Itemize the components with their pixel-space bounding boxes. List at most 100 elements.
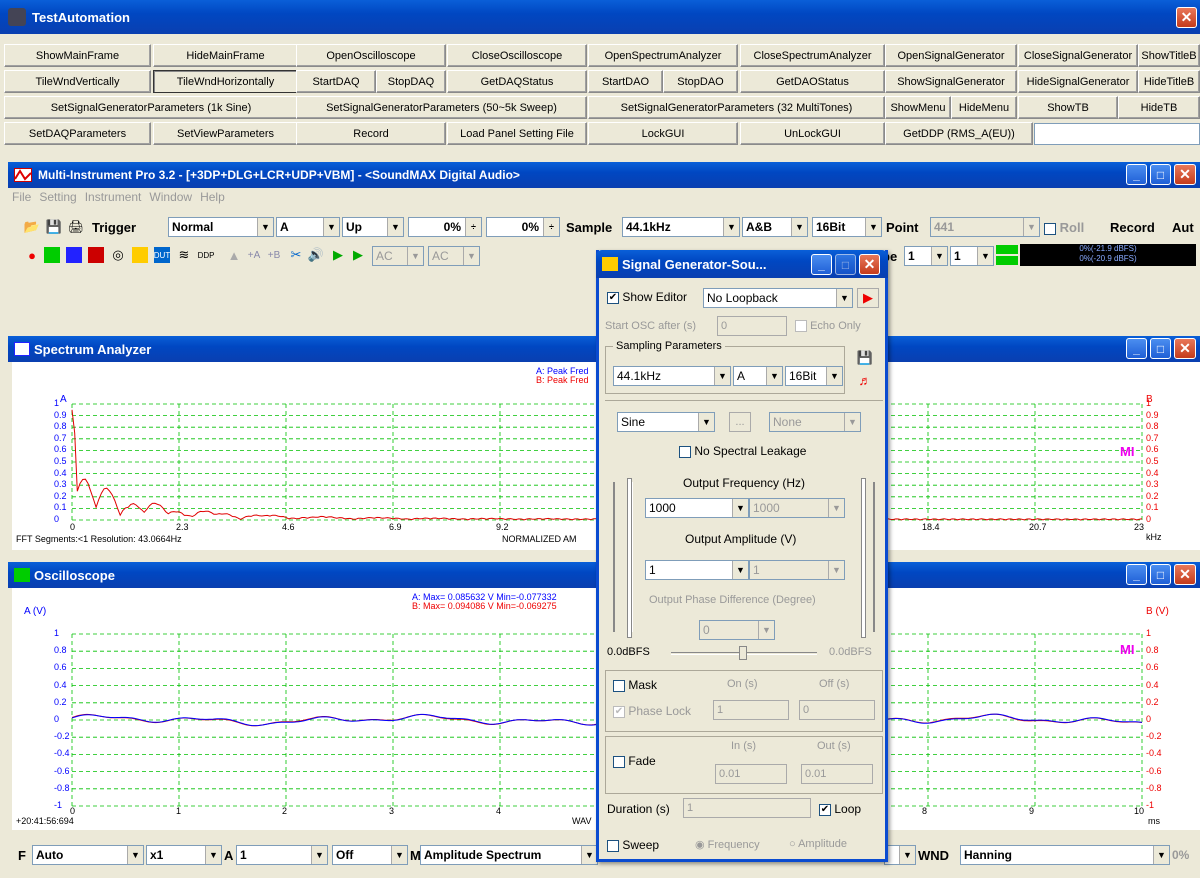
set-sig-gen-multitones-button[interactable]: SetSignalGeneratorParameters (32 MultiTo… xyxy=(588,96,885,119)
open-signal-generator-button[interactable]: OpenSignalGenerator xyxy=(885,44,1017,67)
off-select[interactable]: Off ▼ xyxy=(332,845,408,865)
roll-checkbox[interactable]: Roll xyxy=(1044,220,1084,235)
open-spectrum-analyzer-button[interactable]: OpenSpectrumAnalyzer xyxy=(588,44,738,67)
set-sig-gen-1k-sine-button[interactable]: SetSignalGeneratorParameters (1k Sine) xyxy=(4,96,298,119)
load-panel-setting-button[interactable]: Load Panel Setting File xyxy=(447,122,587,145)
music-icon[interactable]: ♬ xyxy=(857,372,873,388)
save-icon[interactable]: 💾 xyxy=(46,219,62,235)
hide-main-frame-button[interactable]: HideMainFrame xyxy=(153,44,298,67)
save-icon[interactable]: 💾 xyxy=(857,350,873,366)
maximize-icon[interactable]: □ xyxy=(1150,338,1171,359)
show-editor-checkbox[interactable]: ✔ Show Editor xyxy=(607,290,687,304)
menu-window[interactable]: Window xyxy=(149,190,192,210)
maximize-icon[interactable]: □ xyxy=(835,254,856,275)
waveform-edit-button[interactable]: ... xyxy=(729,412,751,432)
open-oscilloscope-button[interactable]: OpenOscilloscope xyxy=(296,44,446,67)
fade-in-input[interactable]: 0.01 xyxy=(715,764,787,784)
pretrigger-spinner[interactable]: 0% ÷ xyxy=(486,217,560,237)
trigger-level-spinner[interactable]: 0% ÷ xyxy=(408,217,482,237)
siggen-rate-select[interactable]: 44.1kHz ▼ xyxy=(613,366,731,386)
tools-icon[interactable]: ✂ xyxy=(288,247,304,263)
window-function-select[interactable]: Hanning ▼ xyxy=(960,845,1170,865)
trigger-channel-select[interactable]: A ▼ xyxy=(276,217,340,237)
set-daq-parameters-button[interactable]: SetDAQParameters xyxy=(4,122,151,145)
coupling-a-select[interactable]: AC ▼ xyxy=(372,246,424,266)
minimize-icon[interactable]: _ xyxy=(1126,338,1147,359)
speaker-icon[interactable]: 🔊 xyxy=(308,247,324,263)
play-loop-icon[interactable]: ▶ xyxy=(350,247,366,263)
pe-select-2[interactable]: 1 ▼ xyxy=(950,246,994,266)
ddp-value-field[interactable] xyxy=(1034,123,1200,145)
siggen-channel-select[interactable]: A ▼ xyxy=(733,366,783,386)
close-icon[interactable]: ✕ xyxy=(1176,7,1197,28)
hide-title-bar-button[interactable]: HideTitleB xyxy=(1138,70,1200,93)
channels-select[interactable]: A&B ▼ xyxy=(742,217,808,237)
zoom-select[interactable]: x1 ▼ xyxy=(146,845,222,865)
mask-checkbox[interactable]: Mask xyxy=(613,678,657,692)
play-icon[interactable]: ▶ xyxy=(330,247,346,263)
auto-button[interactable]: Aut xyxy=(1172,220,1194,235)
loop-checkbox[interactable]: ✔ Loop xyxy=(819,802,861,816)
f-select[interactable]: Auto ▼ xyxy=(32,845,144,865)
phase-lock-checkbox[interactable]: ✔ Phase Lock xyxy=(613,704,691,718)
sweep-frequency-radio[interactable]: ◉ Frequency xyxy=(695,838,760,851)
sweep-icon[interactable]: ≋ xyxy=(176,247,192,263)
generator-icon[interactable] xyxy=(132,247,148,263)
pe-select-1[interactable]: 1 ▼ xyxy=(904,246,948,266)
record-toolbar-button[interactable]: Record xyxy=(1110,220,1155,235)
stop-dao-button[interactable]: StopDAO xyxy=(663,70,738,93)
multimeter-icon[interactable] xyxy=(88,247,104,263)
close-spectrum-analyzer-button[interactable]: CloseSpectrumAnalyzer xyxy=(740,44,885,67)
stop-daq-button[interactable]: StopDAQ xyxy=(376,70,446,93)
mask-off-input[interactable]: 0 xyxy=(799,700,875,720)
hide-menu-button[interactable]: HideMenu xyxy=(951,96,1017,119)
minimize-icon[interactable]: _ xyxy=(1126,564,1147,585)
show-menu-button[interactable]: ShowMenu xyxy=(885,96,951,119)
lock-gui-button[interactable]: LockGUI xyxy=(588,122,738,145)
close-icon[interactable]: ✕ xyxy=(859,254,880,275)
balance-slider-thumb[interactable] xyxy=(739,646,747,660)
close-icon[interactable]: ✕ xyxy=(1174,164,1196,185)
menu-instrument[interactable]: Instrument xyxy=(85,190,142,210)
echo-only-checkbox[interactable]: Echo Only xyxy=(795,320,861,333)
fade-out-input[interactable]: 0.01 xyxy=(801,764,873,784)
show-signal-generator-button[interactable]: ShowSignalGenerator xyxy=(885,70,1017,93)
show-title-bar-button[interactable]: ShowTitleB xyxy=(1138,44,1200,67)
point-select[interactable]: 441 ▼ xyxy=(930,217,1040,237)
show-main-frame-button[interactable]: ShowMainFrame xyxy=(4,44,151,67)
second-waveform-select[interactable]: None ▼ xyxy=(769,412,861,432)
get-daq-status-button[interactable]: GetDAQStatus xyxy=(447,70,587,93)
minimize-icon[interactable]: _ xyxy=(811,254,832,275)
hide-tb-button[interactable]: HideTB xyxy=(1118,96,1200,119)
sample-rate-select[interactable]: 44.1kHz ▼ xyxy=(622,217,740,237)
open-icon[interactable]: 📂 xyxy=(24,219,40,235)
get-ddp-button[interactable]: GetDDP (RMS_A(EU)) xyxy=(885,122,1033,145)
spectrum-icon[interactable] xyxy=(66,247,82,263)
set-sig-gen-sweep-button[interactable]: SetSignalGeneratorParameters (50~5k Swee… xyxy=(296,96,587,119)
sweep-checkbox[interactable]: Sweep xyxy=(607,838,659,852)
tile-horizontally-button[interactable]: TileWndHorizontally xyxy=(153,70,298,93)
duration-input[interactable]: 1 xyxy=(683,798,811,818)
tile-vertically-button[interactable]: TileWndVertically xyxy=(4,70,151,93)
menu-file[interactable]: File xyxy=(12,190,31,210)
trigger-edge-select[interactable]: Up ▼ xyxy=(342,217,404,237)
ddp-icon[interactable]: DDP xyxy=(198,247,215,263)
unlock-gui-button[interactable]: UnLockGUI xyxy=(740,122,885,145)
start-dao-button[interactable]: StartDAO xyxy=(588,70,663,93)
hide-signal-generator-button[interactable]: HideSignalGenerator xyxy=(1018,70,1138,93)
close-icon[interactable]: ✕ xyxy=(1174,564,1196,585)
set-view-parameters-button[interactable]: SetViewParameters xyxy=(153,122,298,145)
mode-select[interactable]: Amplitude Spectrum ▼ xyxy=(420,845,598,865)
trigger-mode-select[interactable]: Normal ▼ xyxy=(168,217,274,237)
waveform-select[interactable]: Sine ▼ xyxy=(617,412,715,432)
cursor-a-icon[interactable]: +A xyxy=(246,247,262,263)
close-icon[interactable]: ✕ xyxy=(1174,338,1196,359)
record-button[interactable]: Record xyxy=(296,122,446,145)
mask-on-input[interactable]: 1 xyxy=(713,700,789,720)
sweep-amplitude-radio[interactable]: ○ Amplitude xyxy=(789,838,847,850)
play-icon[interactable]: ▶ xyxy=(857,288,879,308)
start-osc-input[interactable]: 0 xyxy=(717,316,787,336)
close-signal-generator-button[interactable]: CloseSignalGenerator xyxy=(1018,44,1138,67)
get-dao-status-button[interactable]: GetDAOStatus xyxy=(740,70,885,93)
start-daq-button[interactable]: StartDAQ xyxy=(296,70,376,93)
